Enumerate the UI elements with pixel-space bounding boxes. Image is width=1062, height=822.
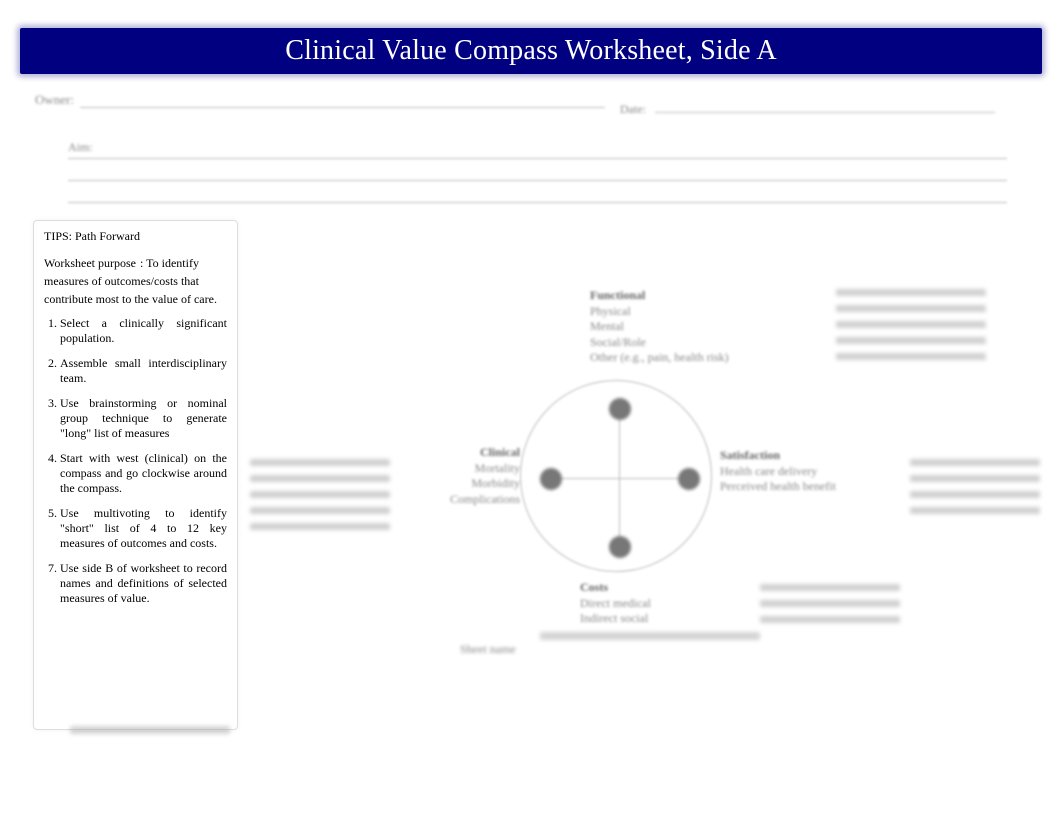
compass-area: Functional Physical Mental Social/Role O…	[260, 250, 1032, 762]
tips-panel: TIPS: Path Forward Worksheet purpose : T…	[33, 220, 238, 730]
compass-node-east	[678, 468, 700, 490]
step-1: Select a clinically significant populati…	[60, 316, 227, 346]
east-item-2: Perceived health benefit	[720, 479, 880, 495]
date-line	[655, 100, 995, 113]
north-item-4: Other (e.g., pain, health risk)	[590, 350, 790, 366]
owner-line	[80, 93, 605, 108]
west-write-lines	[250, 450, 390, 539]
panel-footer-line	[70, 726, 230, 734]
east-write-lines	[910, 450, 1040, 523]
title-bar: Clinical Value Compass Worksheet, Side A	[20, 28, 1042, 74]
compass-node-south	[609, 536, 631, 558]
compass-axis-h	[560, 478, 680, 479]
compass-node-west	[540, 468, 562, 490]
step-7: Use side B of worksheet to record names …	[60, 561, 227, 606]
owner-row: Owner:	[35, 92, 605, 108]
sheet-name-corner: Sheet name	[460, 642, 516, 657]
aim-line-1	[68, 158, 1007, 159]
step-3: Use brainstorming or nominal group techn…	[60, 396, 227, 441]
purpose-label: Worksheet purpose	[44, 256, 136, 270]
step-2: Assemble small interdisciplinary team.	[60, 356, 227, 386]
east-item-1: Health care delivery	[720, 464, 880, 480]
compass-footnote-line	[540, 632, 760, 640]
west-item-1: Mortality	[410, 461, 520, 477]
west-heading: Clinical	[480, 445, 520, 459]
tips-title: TIPS: Path Forward	[44, 229, 227, 244]
date-row: Date:	[620, 100, 995, 117]
north-write-lines	[836, 280, 986, 369]
compass-axis-v	[619, 418, 620, 538]
aim-label: Aim:	[68, 140, 93, 155]
north-label-block: Functional Physical Mental Social/Role O…	[590, 288, 790, 366]
east-heading: Satisfaction	[720, 448, 780, 462]
west-item-2: Morbidity	[410, 476, 520, 492]
east-label-block: Satisfaction Health care delivery Percei…	[720, 448, 880, 495]
north-item-1: Physical	[590, 304, 790, 320]
step-4: Start with west (clinical) on the compas…	[60, 451, 227, 496]
south-write-lines	[760, 575, 900, 632]
west-label-block: Clinical Mortality Morbidity Complicatio…	[410, 445, 520, 507]
north-item-2: Mental	[590, 319, 790, 335]
compass-node-north	[609, 398, 631, 420]
aim-line-2	[68, 180, 1007, 181]
aim-line-3	[68, 202, 1007, 203]
south-heading: Costs	[580, 580, 608, 594]
north-heading: Functional	[590, 288, 645, 302]
step-5: Use multivoting to identify "short" list…	[60, 506, 227, 551]
owner-label: Owner:	[35, 92, 74, 108]
date-label: Date:	[620, 102, 646, 116]
north-item-3: Social/Role	[590, 335, 790, 351]
tips-steps: Select a clinically significant populati…	[44, 316, 227, 606]
west-item-3: Complications	[410, 492, 520, 508]
page-title: Clinical Value Compass Worksheet, Side A	[285, 35, 777, 67]
